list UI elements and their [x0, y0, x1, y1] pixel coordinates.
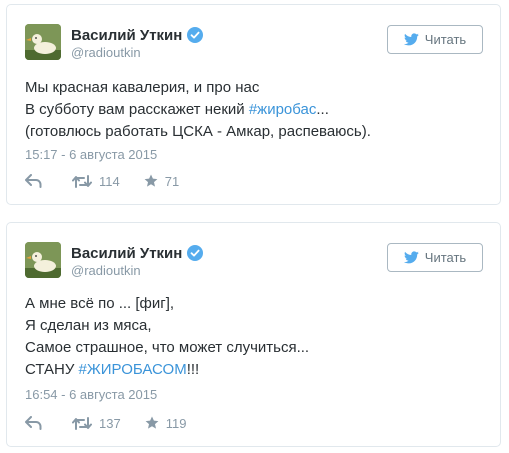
duck-avatar[interactable] [25, 24, 61, 60]
author-line: Василий Уткин [71, 244, 204, 262]
tweet-actions: 137 119 [25, 415, 186, 431]
text-segment: Я сделан из мяса, [25, 317, 152, 334]
twitter-bird-icon [403, 251, 419, 264]
tweet-line: Я сделан из мяса, [25, 315, 309, 337]
text-segment: !!! [186, 361, 200, 378]
follow-button[interactable]: Читать [387, 25, 483, 54]
text-segment: Самое страшное, что может случиться... [25, 339, 310, 356]
favorite-button[interactable]: 119 [145, 415, 187, 431]
favorite-count: 119 [165, 415, 187, 431]
verified-badge-icon [187, 245, 204, 261]
duck-icon [25, 24, 61, 60]
retweet-count: 114 [99, 173, 120, 189]
star-icon [144, 174, 158, 187]
tweet-line: Мы красная кавалерия, и про нас [25, 77, 371, 99]
tweet-timestamp[interactable]: 15:17 - 6 августа 2015 [25, 147, 157, 162]
text-segment: ... [316, 101, 329, 118]
author-handle[interactable]: @radioutkin [71, 263, 141, 278]
author-line: Василий Уткин [71, 26, 204, 44]
author-name[interactable]: Василий Уткин [71, 245, 182, 262]
tweet-card: Василий Уткин @radioutkin Читать А мне в… [6, 222, 501, 447]
tweet-line: (готовлюсь работать ЦСКА - Амкар, распев… [25, 121, 371, 143]
text-segment: А мне всё по ... [фиг], [25, 295, 175, 312]
reply-icon [25, 416, 42, 430]
text-segment: СТАНУ [25, 361, 79, 378]
twitter-bird-icon [403, 33, 419, 46]
tweet-line: СТАНУ #ЖИРОБАСОМ!!! [25, 359, 309, 381]
reply-button[interactable] [25, 416, 42, 430]
text-segment: В субботу вам расскажет некий [25, 101, 249, 118]
star-icon [145, 416, 159, 429]
tweet-text: Мы красная кавалерия, и про нас В суббот… [25, 77, 371, 143]
tweet-actions: 114 71 [25, 173, 179, 189]
tweet-text: А мне всё по ... [фиг], Я сделан из мяса… [25, 293, 309, 381]
retweet-button[interactable]: 114 [72, 174, 120, 189]
retweet-icon [72, 416, 92, 430]
tweet-line: А мне всё по ... [фиг], [25, 293, 309, 315]
follow-label: Читать [424, 250, 467, 265]
retweet-count: 137 [99, 415, 121, 431]
author-name[interactable]: Василий Уткин [71, 27, 182, 44]
reply-icon [25, 174, 42, 188]
duck-icon [25, 242, 61, 278]
verified-badge-icon [187, 27, 204, 43]
reply-button[interactable] [25, 174, 42, 188]
author-handle[interactable]: @radioutkin [71, 45, 141, 60]
hashtag-link[interactable]: #жиробас [249, 101, 317, 118]
duck-avatar[interactable] [25, 242, 61, 278]
retweet-icon [72, 174, 92, 188]
hashtag-link[interactable]: #ЖИРОБАСОМ [79, 361, 187, 378]
text-segment: (готовлюсь работать ЦСКА - Амкар, распев… [25, 123, 371, 140]
retweet-button[interactable]: 137 [72, 416, 121, 431]
tweet-line: В субботу вам расскажет некий #жиробас..… [25, 99, 371, 121]
tweet-card: Василий Уткин @radioutkin Читать Мы крас… [6, 4, 501, 205]
follow-button[interactable]: Читать [387, 243, 483, 272]
text-segment: Мы красная кавалерия, и про нас [25, 79, 260, 96]
favorite-count: 71 [164, 173, 180, 189]
tweet-timestamp[interactable]: 16:54 - 6 августа 2015 [25, 387, 157, 402]
follow-label: Читать [424, 32, 467, 47]
tweet-line: Самое страшное, что может случиться... [25, 337, 309, 359]
favorite-button[interactable]: 71 [144, 174, 179, 189]
